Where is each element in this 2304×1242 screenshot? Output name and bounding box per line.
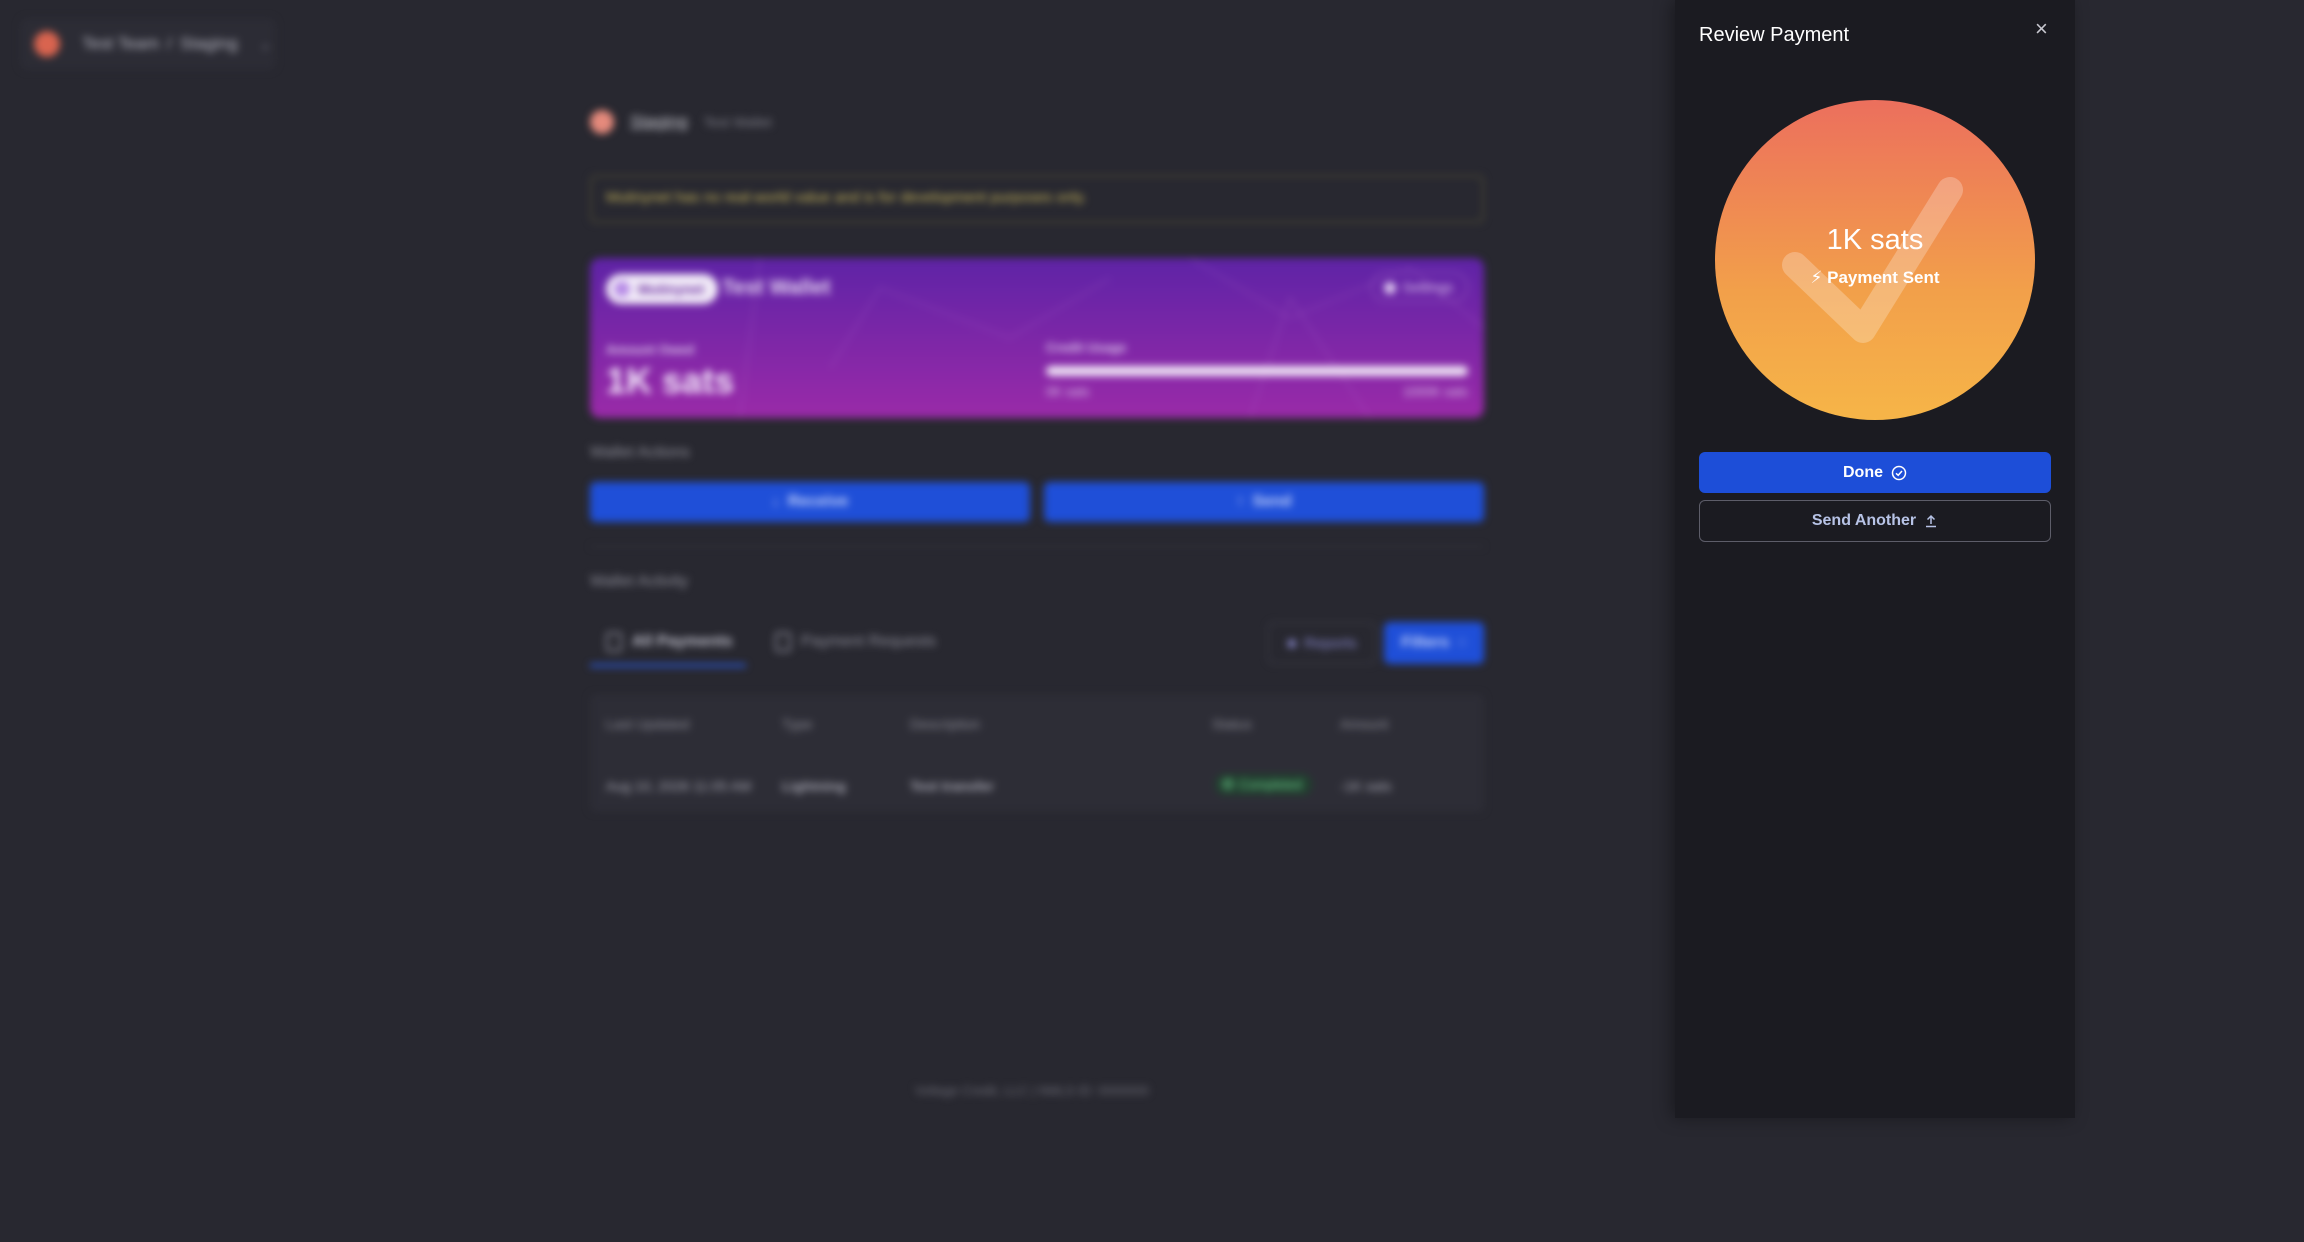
wallet-card: Mutinynet Test Wallet Settings Amount Ow… — [590, 258, 1484, 418]
payment-status: ⚡︎ Payment Sent — [1715, 268, 2035, 288]
upload-icon: ↑ — [1236, 493, 1245, 510]
credit-max: 1000K sats — [1402, 384, 1468, 399]
breadcrumb-separator: / — [167, 34, 172, 53]
team-name: Test Team — [82, 34, 160, 53]
check-circle-icon — [1891, 465, 1907, 480]
activity-title: Wallet Activity — [590, 573, 689, 590]
tab-all-label: All Payments — [632, 633, 733, 650]
review-payment-panel: Review Payment × 1K sats ⚡︎ Payment Sent… — [1675, 0, 2075, 1118]
col-type: Type — [782, 716, 813, 732]
checkmark-icon — [1782, 177, 1963, 343]
row-description[interactable]: Test transfer — [910, 778, 994, 794]
col-status: Status — [1212, 716, 1252, 732]
wallet-env-link[interactable]: Staging — [630, 112, 688, 132]
payment-status-label: Payment Sent — [1827, 268, 1940, 287]
done-button[interactable]: Done — [1699, 452, 2051, 493]
status-badge: Completed — [1215, 774, 1312, 795]
chevron-down-icon[interactable]: ⌄ — [260, 36, 272, 53]
breadcrumb: Test Team / Staging — [82, 34, 238, 54]
close-icon[interactable]: × — [2035, 16, 2048, 42]
lightning-icon: ⚡︎ — [1810, 268, 1823, 287]
panel-title: Review Payment — [1699, 24, 1850, 46]
receive-label: Receive — [787, 493, 849, 510]
send-label: Send — [1252, 493, 1292, 510]
tab-requests-label: Payment Requests — [801, 633, 937, 650]
col-updated: Last Updated — [606, 716, 690, 732]
settings-button[interactable]: Settings — [1371, 272, 1468, 302]
avatar — [590, 110, 614, 134]
credit-min: 0K sats — [1046, 384, 1090, 399]
reports-label: Reports — [1304, 634, 1357, 652]
done-label: Done — [1843, 463, 1883, 481]
download-icon: ↓ — [771, 493, 780, 510]
send-another-button[interactable]: Send Another — [1699, 500, 2051, 542]
network-pill: Mutinynet — [606, 274, 719, 304]
upload-icon — [1926, 514, 1937, 528]
divider — [590, 546, 1484, 547]
row-type: Lightning — [782, 778, 846, 794]
wallet-subtitle: Test Wallet — [703, 114, 772, 130]
payments-table: Last Updated Type Description Status Amo… — [590, 694, 1484, 812]
row-amount: -1K sats — [1340, 778, 1392, 794]
filters-button[interactable]: Filters ◌ — [1384, 622, 1484, 664]
report-icon: ■ — [1287, 634, 1297, 652]
list-icon — [606, 632, 622, 652]
active-tab-indicator — [590, 664, 746, 667]
tab-payment-requests[interactable]: Payment Requests — [775, 632, 936, 652]
wallet-name: Test Wallet — [722, 276, 831, 299]
col-description: Description — [910, 716, 981, 732]
receive-button[interactable]: ↓ Receive — [590, 482, 1030, 522]
send-another-label: Send Another — [1811, 512, 1917, 529]
payment-amount: 1K sats — [1826, 224, 1924, 256]
amount-value: 1K sats — [606, 360, 735, 401]
col-amount: Amount — [1340, 716, 1389, 732]
wallet-header: Staging Test Wallet — [590, 110, 772, 134]
tab-all-payments[interactable]: All Payments — [606, 632, 732, 652]
amount-label: Amount Owed — [606, 342, 695, 357]
dev-warning-banner: Mutinynet has no real-world value and is… — [590, 175, 1484, 223]
filter-icon: ◌ — [1457, 634, 1467, 651]
credit-label: Credit Usage — [1046, 340, 1127, 355]
send-button[interactable]: ↑ Send — [1044, 482, 1484, 522]
row-updated: Aug 10, 2026 11:05 AM — [606, 778, 752, 794]
credit-usage-bar — [1046, 366, 1468, 376]
env-name: Staging — [179, 34, 238, 53]
document-icon — [775, 632, 791, 652]
payment-success-graphic: 1K sats ⚡︎ Payment Sent — [1715, 100, 2035, 420]
footer-text: Voltage Credit, LLC | NMLS ID: 0000000 — [915, 1083, 1149, 1098]
team-switcher[interactable]: Test Team / Staging ⌄ — [20, 18, 276, 70]
voltage-logo-icon — [34, 31, 60, 57]
filters-label: Filters — [1401, 634, 1450, 651]
reports-button[interactable]: ■ Reports — [1268, 622, 1376, 664]
actions-title: Wallet Actions — [590, 444, 690, 461]
